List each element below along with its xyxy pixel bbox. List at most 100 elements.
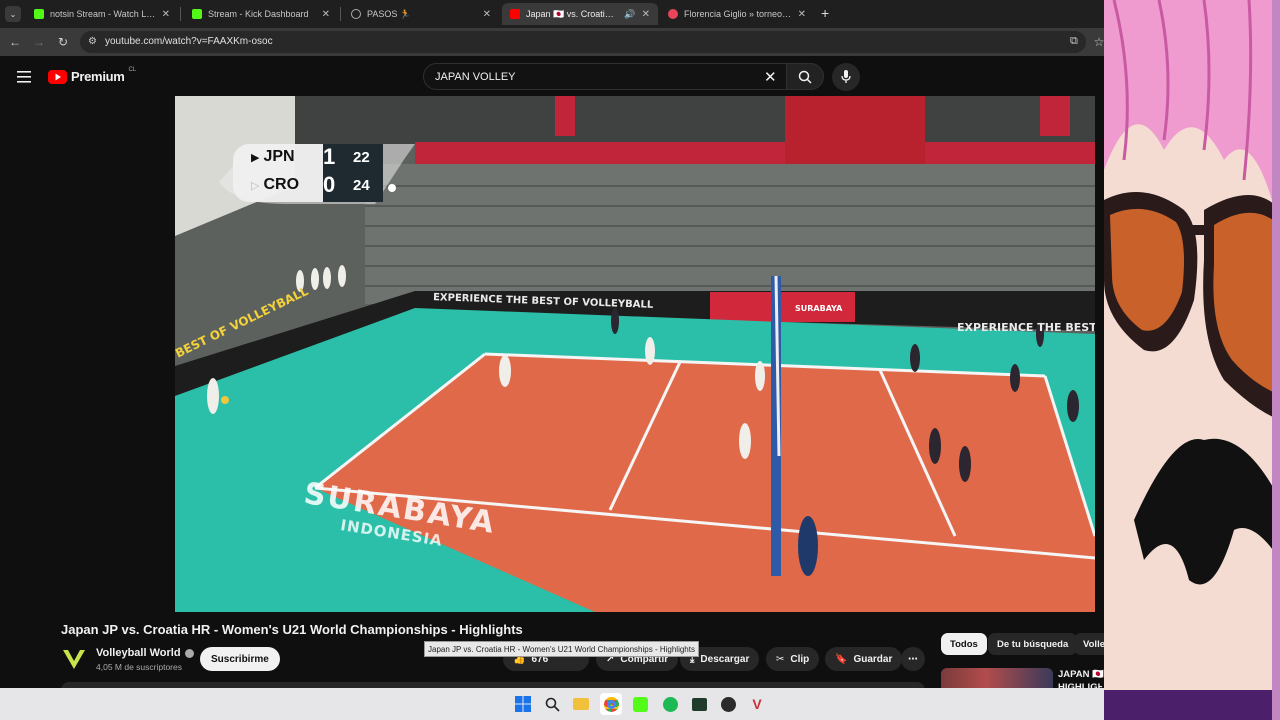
video-player[interactable]: SURABAYA INDONESIA EXPERIENCE THE BEST O… (175, 96, 1095, 612)
speaker-icon[interactable]: 🔊 (624, 9, 635, 20)
obs-button[interactable] (717, 693, 739, 715)
chip-label: De tu búsqueda (997, 638, 1069, 650)
verified-badge-icon (184, 648, 194, 658)
team1-sets: 1 (323, 144, 336, 169)
terminal-button[interactable] (688, 693, 710, 715)
clip-label: Clip (790, 653, 810, 665)
close-tab-icon[interactable]: ✕ (162, 9, 170, 20)
receive-indicator-icon: ▷ (251, 179, 260, 192)
tab-title: Florencia Giglio » torneos de ir (684, 9, 792, 19)
forward-button[interactable]: → (30, 33, 48, 51)
scissors-icon: ✂ (776, 653, 785, 665)
channel-avatar[interactable] (61, 646, 87, 672)
chevron-down-icon: ⌄ (9, 9, 17, 19)
tab-list-dropdown[interactable]: ⌄ (5, 6, 21, 22)
reload-icon: ↻ (57, 35, 69, 49)
set-point-dot-icon (388, 184, 396, 192)
arrow-left-icon: ← (9, 35, 21, 49)
tooltip-text: Japan JP vs. Croatia HR - Women's U21 Wo… (428, 644, 695, 654)
search-input[interactable]: JAPAN VOLLEY ✕ (423, 63, 788, 90)
clip-button[interactable]: ✂ Clip (766, 647, 820, 671)
video-title: Japan JP vs. Croatia HR - Women's U21 Wo… (61, 622, 523, 637)
close-tab-icon[interactable]: ✕ (798, 9, 806, 20)
search-icon (545, 697, 560, 712)
browser-tab-2[interactable]: Stream - Kick Dashboard ✕ (184, 3, 338, 25)
team2-sets: 0 (323, 172, 336, 197)
site-info-icon[interactable]: ⚙ (88, 36, 97, 47)
close-tab-icon[interactable]: ✕ (642, 9, 650, 20)
install-app-icon[interactable]: ⧉ (1070, 35, 1078, 48)
team1-points: 22 (353, 149, 370, 166)
kick-favicon-icon (34, 9, 44, 19)
terminal-icon (691, 697, 707, 711)
chip-volleyball[interactable]: Volle (1074, 633, 1104, 655)
subscribe-label: Suscribirme (211, 653, 269, 665)
youtube-favicon-icon (510, 9, 520, 19)
youtube-logo[interactable]: Premium CL (48, 66, 137, 84)
streamer-avatar-overlay (1104, 0, 1280, 720)
browser-tab-5[interactable]: Florencia Giglio » torneos de ir ✕ (660, 3, 814, 25)
close-tab-icon[interactable]: ✕ (483, 9, 491, 20)
start-button[interactable] (512, 693, 534, 715)
anime-character-image (1104, 0, 1280, 720)
browser-tab-3[interactable]: PASOS 🏃 ✕ (343, 3, 499, 25)
valorant-button[interactable]: V (746, 693, 768, 715)
windows-taskbar: V (0, 688, 1104, 720)
back-button[interactable]: ← (6, 33, 24, 51)
save-label: Guardar (853, 653, 893, 665)
country-code: CL (128, 66, 137, 73)
hamburger-icon (17, 71, 31, 83)
bookmark-icon: 🔖 (835, 653, 848, 665)
chrome-icon (603, 696, 619, 712)
volleyball-world-logo-icon (63, 650, 85, 669)
search-query: JAPAN VOLLEY (435, 71, 516, 83)
chip-from-search[interactable]: De tu búsqueda (988, 633, 1078, 655)
star-icon: ☆ (1093, 35, 1105, 49)
plus-icon: + (821, 5, 830, 21)
address-bar[interactable]: ⚙ youtube.com/watch?v=FAAXKm-osoc ⧉ (80, 31, 1086, 53)
chip-all[interactable]: Todos (941, 633, 987, 655)
subscribe-button[interactable]: Suscribirme (200, 647, 280, 671)
microphone-icon (841, 70, 851, 83)
kick-app-button[interactable] (629, 693, 651, 715)
channel-name-row[interactable]: Volleyball World (96, 647, 194, 659)
close-tab-icon[interactable]: ✕ (322, 9, 330, 20)
reload-button[interactable]: ↻ (54, 33, 72, 51)
menu-button[interactable] (17, 70, 31, 83)
scoreboard-background (219, 144, 415, 204)
folder-icon (573, 698, 589, 710)
clear-search-icon[interactable]: ✕ (764, 68, 777, 86)
globe-favicon-icon (351, 9, 361, 19)
ad-board-text-right: EXPERIENCE THE BEST (957, 321, 1095, 334)
more-actions-button[interactable]: ⋯ (901, 647, 925, 671)
chip-label: Todos (950, 638, 978, 650)
tournament-favicon-icon (668, 9, 678, 19)
voice-search-button[interactable] (832, 63, 860, 91)
team2-points: 24 (353, 177, 370, 194)
title-tooltip: Japan JP vs. Croatia HR - Women's U21 Wo… (424, 641, 699, 657)
browser-tab-1[interactable]: notsin Stream - Watch Live on K ✕ (26, 3, 178, 25)
next-video-title-line1[interactable]: JAPAN 🇯🇵 (1058, 669, 1104, 680)
premium-wordmark: Premium (71, 69, 125, 84)
chrome-button[interactable] (600, 693, 622, 715)
stand-banner-text: SURABAYA (795, 304, 843, 313)
youtube-play-logo-icon (48, 69, 67, 84)
next-video-thumbnail[interactable] (941, 668, 1053, 688)
serve-indicator-icon: ▶ (251, 151, 260, 164)
more-horizontal-icon: ⋯ (908, 653, 918, 665)
file-explorer-button[interactable] (570, 693, 592, 715)
tab-title: notsin Stream - Watch Live on K (50, 9, 156, 19)
tab-title: Stream - Kick Dashboard (208, 9, 309, 19)
kick-favicon-icon (192, 9, 202, 19)
browser-tab-4-active[interactable]: Japan 🇯🇵 vs. Croatia 🇭🇷 - Wo 🔊 ✕ (502, 3, 658, 25)
save-button[interactable]: 🔖 Guardar (825, 647, 903, 671)
spotify-button[interactable] (659, 693, 681, 715)
download-label: Descargar (700, 653, 750, 665)
new-tab-button[interactable]: + (821, 5, 829, 21)
search-button[interactable] (786, 63, 824, 90)
team1-name: JPN (263, 148, 295, 165)
taskbar-search-button[interactable] (541, 693, 563, 715)
browser-toolbar: ← → ↻ ⚙ youtube.com/watch?v=FAAXKm-osoc … (0, 28, 1104, 56)
tab-divider (180, 7, 181, 21)
scoreboard: ▶ JPN ▷ CRO 1 0 22 24 (215, 138, 425, 206)
